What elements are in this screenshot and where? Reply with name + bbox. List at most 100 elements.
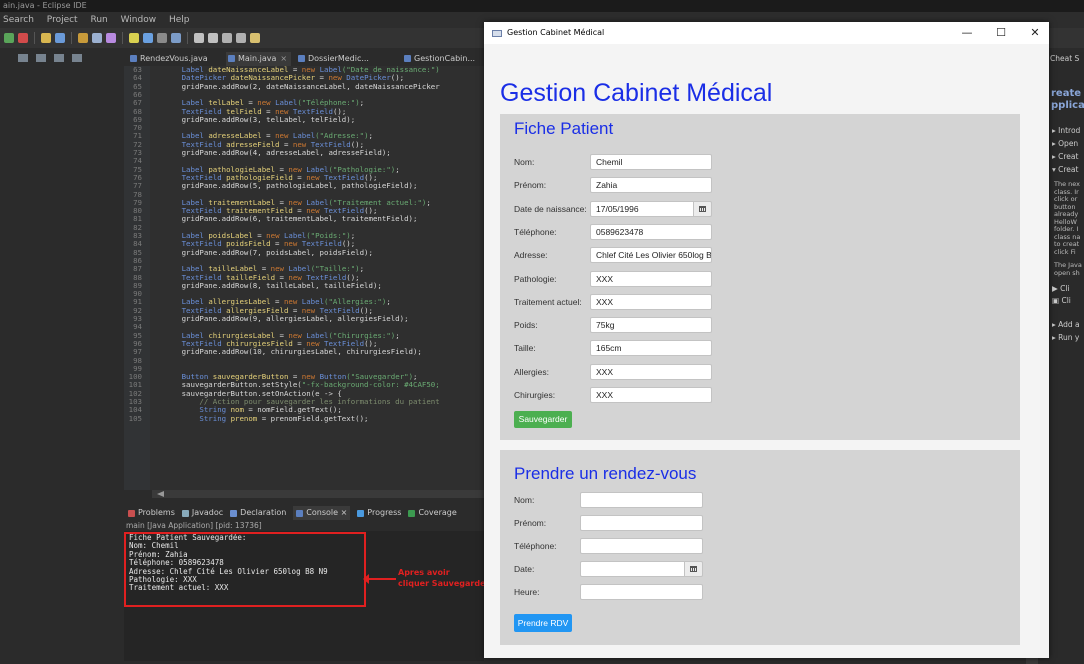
patient-field-allergies[interactable]: XXX xyxy=(590,363,712,380)
maximize-view-icon[interactable] xyxy=(72,54,82,62)
rdv-field-nom[interactable] xyxy=(580,492,703,508)
toggle-icon[interactable] xyxy=(157,33,167,43)
close-button[interactable]: ✕ xyxy=(1020,22,1050,44)
debug-icon[interactable] xyxy=(18,33,28,43)
cheat-sheet-tab[interactable]: Cheat S xyxy=(1050,54,1079,63)
toolbar-separator xyxy=(187,32,188,44)
save-button[interactable]: Sauvegarder xyxy=(514,411,572,428)
cheat-sheet-step[interactable]: ▸ Run y xyxy=(1052,333,1079,342)
field-label: Prénom: xyxy=(514,180,547,191)
menu-run[interactable]: Run xyxy=(90,15,107,25)
line-number: 105 xyxy=(128,413,142,423)
tab-problems[interactable]: Problems xyxy=(128,506,175,520)
rdv-field-date[interactable] xyxy=(580,561,685,577)
show-whitespace-icon[interactable] xyxy=(171,33,181,43)
menu-project[interactable]: Project xyxy=(47,15,78,25)
patient-field-taille[interactable]: 165cm xyxy=(590,340,712,357)
take-appointment-button[interactable]: Prendre RDV xyxy=(514,614,572,632)
code-token: gridPane.addRow(5, pathologieLabel, path… xyxy=(181,181,418,191)
code-token: gridPane.addRow(2, dateNaissanceLabel, d… xyxy=(181,81,440,91)
tab-declaration[interactable]: Declaration xyxy=(230,506,286,520)
code-token: prenom xyxy=(230,413,258,423)
cheat-sheet-action[interactable]: ▶ Cli xyxy=(1052,284,1070,293)
menu-help[interactable]: Help xyxy=(169,15,190,25)
code-token: ; xyxy=(359,98,365,108)
screen: ain.java - Eclipse IDE Search Project Ru… xyxy=(0,0,1084,664)
patient-field-adresse[interactable]: Chlef Cité Les Olivier 650log B8 xyxy=(590,247,712,264)
calendar-icon[interactable] xyxy=(694,200,712,217)
tab-rendezvous-java[interactable]: RendezVous.java xyxy=(128,52,208,66)
outline-icon[interactable] xyxy=(36,54,46,62)
field-label: Nom: xyxy=(514,157,535,167)
new-class-icon[interactable] xyxy=(55,33,65,43)
code-token: ; xyxy=(395,330,400,340)
menu-search[interactable]: Search xyxy=(3,15,34,25)
patient-field-nom[interactable]: Chemil xyxy=(590,154,712,170)
app-title-bar: Gestion Cabinet Médical — ☐ ✕ xyxy=(484,22,1049,44)
prev-annotation-icon[interactable] xyxy=(208,33,218,43)
toolbar-separator xyxy=(71,32,72,44)
close-icon[interactable]: × xyxy=(280,54,287,63)
pin-editor-icon[interactable] xyxy=(250,33,260,43)
tab-progress[interactable]: Progress xyxy=(357,506,401,520)
rdv-field-heure[interactable] xyxy=(580,584,703,600)
cheat-sheet-title: reate a pplica xyxy=(1051,88,1084,112)
patient-field-téléphone[interactable]: 0589623478 xyxy=(590,223,712,240)
minimize-view-icon[interactable] xyxy=(54,54,64,62)
cheat-sheet-panel: Cheat S reate a pplica ▸ Introd ▸ Open ▸ C… xyxy=(1048,52,1084,664)
patient-field-traitementactuel[interactable]: XXX xyxy=(590,293,712,310)
field-label: Traitement actuel: xyxy=(514,296,582,307)
menu-window[interactable]: Window xyxy=(121,15,157,25)
maximize-button[interactable]: ☐ xyxy=(986,22,1016,44)
back-icon[interactable] xyxy=(222,33,232,43)
patient-field-chirurgies[interactable]: XXX xyxy=(590,387,712,403)
patient-field-prénom[interactable]: Zahia xyxy=(590,177,712,194)
patient-field-datedenaissance[interactable]: 17/05/1996 xyxy=(590,200,694,217)
search-icon[interactable] xyxy=(106,33,116,43)
code-token: ; xyxy=(426,197,431,207)
tab-label: Coverage xyxy=(418,508,457,517)
code-token: ; xyxy=(395,164,400,174)
cheat-sheet-step[interactable]: ▸ Introd xyxy=(1052,126,1080,135)
open-folder-icon[interactable] xyxy=(78,33,88,43)
tab-label: Javadoc xyxy=(191,508,224,517)
field-label: Téléphone: xyxy=(514,541,557,551)
annotation-icon[interactable] xyxy=(129,33,139,43)
forward-icon[interactable] xyxy=(236,33,246,43)
calendar-icon[interactable] xyxy=(685,561,703,577)
minimize-button[interactable]: — xyxy=(952,22,982,44)
open-type-icon[interactable] xyxy=(92,33,102,43)
field-label: Allergies: xyxy=(514,366,549,377)
rdv-field-prénom[interactable] xyxy=(580,515,703,531)
tab-gestioncabinet[interactable]: GestionCabin... xyxy=(402,52,475,66)
cheat-sheet-step[interactable]: ▾ Creat xyxy=(1052,165,1078,174)
tab-javadoc[interactable]: Javadoc xyxy=(181,506,224,520)
run-icon[interactable] xyxy=(4,33,14,43)
tab-coverage[interactable]: Coverage xyxy=(408,506,457,520)
code-editor[interactable]: 63 Label dateNaissanceLabel = new Label(… xyxy=(124,66,484,490)
tab-dossiermedical[interactable]: DossierMedic... xyxy=(296,52,369,66)
tab-main-java[interactable]: Main.java × xyxy=(226,52,292,66)
field-label: Prénom: xyxy=(514,518,547,528)
editor-horizontal-scrollbar[interactable] xyxy=(152,490,484,498)
field-label: Adresse: xyxy=(514,250,548,261)
mark-icon[interactable] xyxy=(143,33,153,43)
field-label: Nom: xyxy=(514,495,535,505)
package-explorer-icon[interactable] xyxy=(18,54,28,62)
cheat-sheet-step[interactable]: ▸ Add a xyxy=(1052,320,1080,329)
bottom-view-tabs: Problems Javadoc Declaration Console × Progr… xyxy=(124,506,484,520)
cheat-sheet-action[interactable]: ▣ Cli xyxy=(1052,296,1071,305)
new-package-icon[interactable] xyxy=(41,33,51,43)
next-annotation-icon[interactable] xyxy=(194,33,204,43)
tab-label: RendezVous.java xyxy=(140,54,208,63)
section-title: Fiche Patient xyxy=(514,119,614,138)
rdv-field-téléphone[interactable] xyxy=(580,538,703,554)
cheat-sheet-step[interactable]: ▸ Creat xyxy=(1052,152,1078,161)
fiche-patient-section: Fiche Patient Nom: Chemil Prénom: Zahia Date… xyxy=(500,114,1020,440)
console-header: main [Java Application] [pid: 13736] xyxy=(126,521,262,530)
declaration-icon xyxy=(230,509,238,517)
tab-console[interactable]: Console × xyxy=(293,506,351,520)
patient-field-poids[interactable]: 75kg xyxy=(590,317,712,334)
cheat-sheet-step[interactable]: ▸ Open xyxy=(1052,139,1078,148)
patient-field-pathologie[interactable]: XXX xyxy=(590,270,712,287)
